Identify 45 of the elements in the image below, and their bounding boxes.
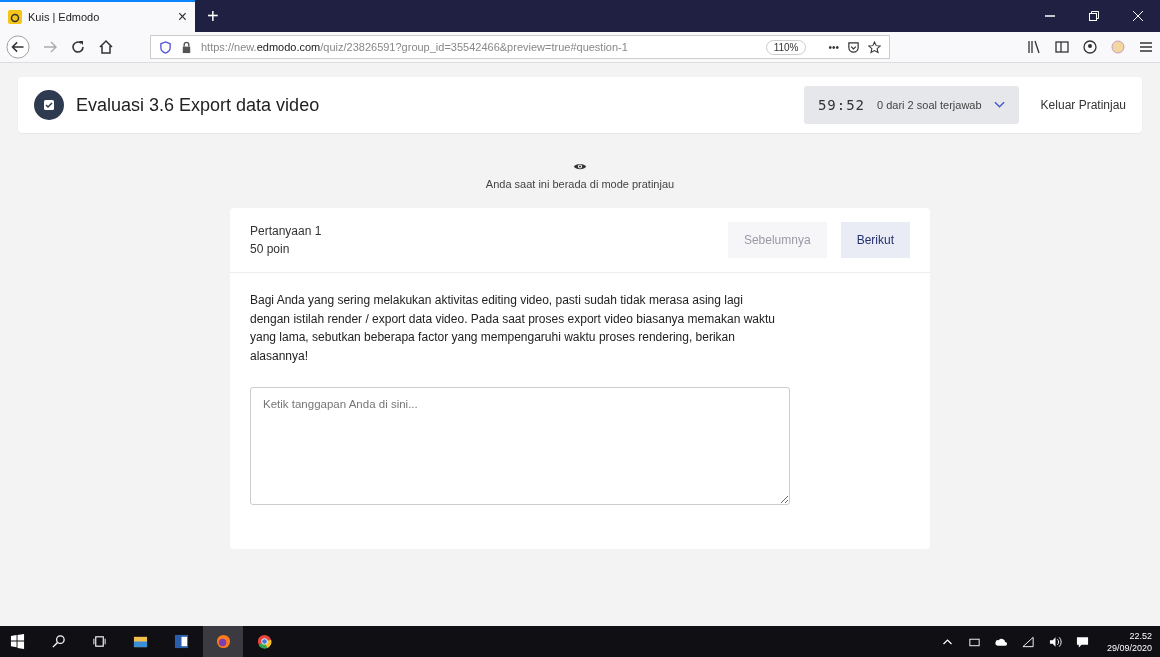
library-icon[interactable] — [1026, 39, 1042, 55]
chevron-down-icon — [993, 101, 1005, 109]
question-points: 50 poin — [250, 242, 291, 256]
eye-icon — [573, 161, 587, 172]
exit-preview-button[interactable]: Keluar Pratinjau — [1030, 98, 1130, 112]
back-icon[interactable] — [6, 35, 30, 59]
browser-tab[interactable]: Kuis | Edmodo × — [0, 0, 195, 32]
firefox-icon[interactable] — [215, 634, 231, 649]
speaker-icon[interactable] — [1048, 635, 1062, 648]
quiz-title: Evaluasi 3.6 Export data video — [76, 94, 320, 116]
preview-notice: Anda saat ini berada di mode pratinjau — [485, 178, 675, 190]
more-actions[interactable]: ••• — [828, 41, 839, 53]
next-button[interactable]: Berikut — [840, 222, 910, 258]
close-icon[interactable] — [1132, 10, 1144, 22]
site-logo-icon — [8, 10, 22, 24]
reload-icon[interactable] — [70, 39, 86, 55]
windows-start-icon[interactable] — [10, 634, 25, 649]
home-icon[interactable] — [98, 39, 114, 55]
quiz-icon — [34, 90, 64, 120]
lock-icon — [180, 40, 193, 54]
folder-icon[interactable] — [133, 634, 148, 649]
address-bar[interactable]: https://new.edmodo.com/quiz/23826591?group_id=35542466&preview=true#question-1 110% ••• — [150, 35, 890, 59]
tab-title: Kuis | Edmodo — [28, 11, 101, 23]
clock-time[interactable]: 22.52 — [1129, 629, 1152, 642]
word-icon[interactable] — [174, 634, 189, 649]
url-text: https://new.edmodo.com/quiz/23826591?group_id=35542466&preview=true#question-1 — [201, 41, 629, 53]
progress-dropdown[interactable]: 59:52 0 dari 2 soal terjawab — [803, 86, 1019, 124]
close-tab-button[interactable]: × — [177, 8, 187, 26]
star-icon[interactable] — [868, 40, 881, 54]
clock-date[interactable]: 29/09/2020 — [1106, 641, 1152, 654]
question-label: Pertanyaan 1 — [250, 224, 322, 238]
restore-icon[interactable] — [1088, 10, 1100, 22]
menu-icon[interactable] — [1138, 39, 1154, 55]
task-view-icon[interactable] — [92, 634, 107, 649]
pocket-icon[interactable] — [847, 40, 860, 54]
search-icon[interactable] — [51, 634, 66, 649]
account-icon[interactable] — [1082, 39, 1098, 55]
notification-icon[interactable] — [1075, 635, 1089, 648]
new-tab-button[interactable]: + — [195, 4, 231, 28]
wifi-icon[interactable] — [1021, 635, 1035, 648]
sidebar-icon[interactable] — [1054, 39, 1070, 55]
answer-field[interactable]: Ketik tanggapan Anda di sini... — [250, 387, 790, 505]
chrome-icon[interactable] — [257, 634, 272, 649]
shield-icon — [159, 40, 172, 54]
question-text: Bagi Anda yang sering melakukan aktivitas editing video, pasti sudah tidak merasa asing lagi dengan istilah render / export data video. Pada saat proses export video biasanya memakan waktu yang lama, sebutkan beberapa factor yang mempengaruhi waktu proses rendering, berikan alasannya! — [250, 292, 776, 365]
